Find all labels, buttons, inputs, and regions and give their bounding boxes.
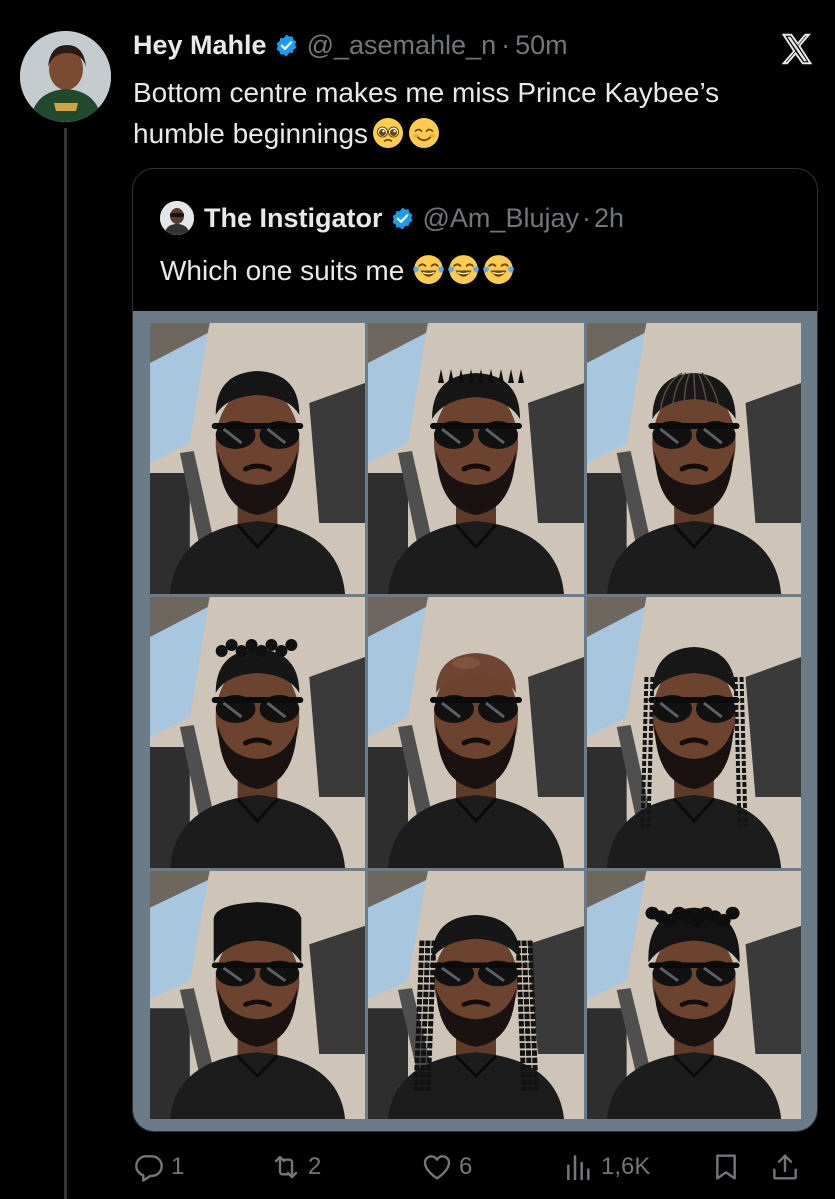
bookmark-icon [716,1154,736,1180]
quote-image-grid[interactable] [133,311,817,1131]
photo-image [150,871,365,1119]
bookmark-button[interactable] [710,1148,748,1186]
thread-line [64,128,67,1199]
like-count: 6 [459,1153,473,1180]
grid-photo-curly-afro[interactable] [587,871,801,1119]
quote-text: Which one suits me [160,251,517,291]
grid-photo-short-top-fade[interactable] [150,323,365,594]
action-bar: 1 2 6 1,6K [133,1148,817,1186]
reply-count: 1 [171,1153,185,1180]
like-button[interactable]: 6 [421,1148,472,1186]
quote-emojis [412,255,517,286]
repost-icon [274,1155,298,1179]
quote-verified-badge-icon [392,207,412,229]
quote-separator-dot: · [581,202,591,233]
separator-dot: · [501,29,511,60]
tears-of-joy-icon [448,255,479,284]
quote-time[interactable]: 2h [594,203,624,234]
photo-image [587,871,801,1119]
quote-text-content: Which one suits me [160,255,405,286]
heart-icon [423,1155,451,1180]
post-header: Hey Mahle @_asemahle_n · 50m [133,28,568,62]
x-logo-icon [781,33,813,65]
verified-badge-icon [276,34,296,56]
post-text: Bottom centre makes me miss Prince Kaybe… [133,72,813,154]
views-chart-icon [567,1155,590,1181]
tears-of-joy-icon [413,255,444,284]
quote-avatar[interactable] [160,201,194,235]
repost-count: 2 [308,1153,322,1180]
pleading-face-icon [373,118,404,148]
author-avatar[interactable] [20,31,111,122]
author-name[interactable]: Hey Mahle [133,30,267,61]
photo-image [368,597,584,868]
photo-image [150,323,365,594]
grid-photo-curly-twist-top[interactable] [150,597,365,868]
grid-photo-short-twists[interactable] [368,323,584,594]
share-icon [773,1154,797,1180]
views-count: 1,6K [601,1153,651,1180]
avatar-image [20,31,111,122]
quote-author-name[interactable]: The Instigator [204,203,383,234]
reply-icon [135,1155,163,1182]
grid-photo-cornrows[interactable] [587,323,801,594]
smiling-face-icon [409,118,440,148]
grid-photo-long-locs[interactable] [368,871,584,1119]
grid-photo-flat-top-afro[interactable] [150,871,365,1119]
repost-button[interactable]: 2 [270,1148,321,1186]
photo-image [587,597,801,868]
grid-photo-bald[interactable] [368,597,584,868]
quote-avatar-image [160,201,194,235]
views-button[interactable]: 1,6K [563,1148,650,1186]
photo-image [368,871,584,1119]
grid-photo-long-braids[interactable] [587,597,801,868]
quoted-post[interactable]: The Instigator @Am_Blujay · 2h Which one… [132,168,818,1132]
author-handle[interactable]: @_asemahle_n [307,30,497,61]
tears-of-joy-icon [483,255,514,284]
photo-image [587,323,801,594]
photo-image [368,323,584,594]
photo-image [150,597,365,868]
post-time[interactable]: 50m [515,30,568,61]
reply-button[interactable]: 1 [133,1148,184,1186]
share-button[interactable] [769,1148,807,1186]
quote-header: The Instigator @Am_Blujay · 2h [160,201,624,235]
quote-author-handle[interactable]: @Am_Blujay [423,203,579,234]
